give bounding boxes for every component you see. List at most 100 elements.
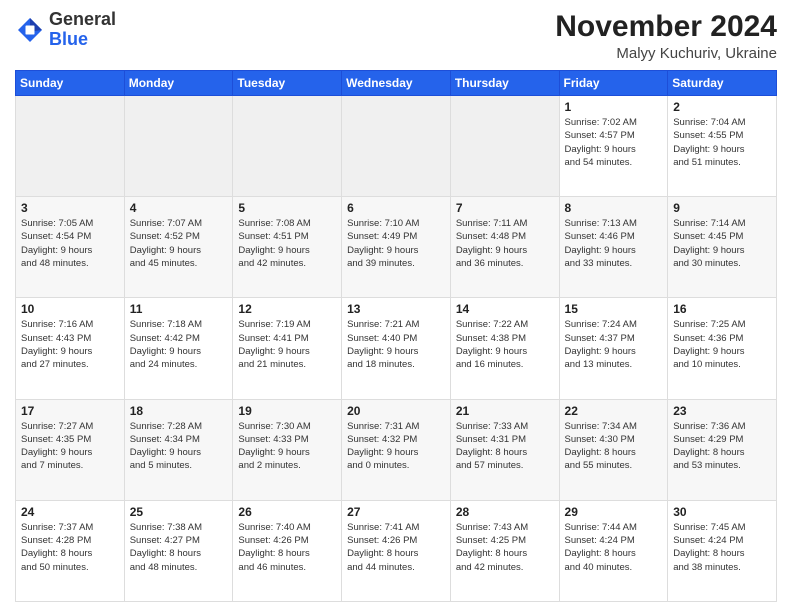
day-number: 30 <box>673 505 771 519</box>
day-info: Sunrise: 7:43 AM Sunset: 4:25 PM Dayligh… <box>456 521 554 574</box>
calendar-cell: 1 Sunrise: 7:02 AM Sunset: 4:57 PM Daylig… <box>559 96 668 197</box>
calendar-cell <box>124 96 233 197</box>
day-info: Sunrise: 7:16 AM Sunset: 4:43 PM Dayligh… <box>21 318 119 371</box>
day-number: 27 <box>347 505 445 519</box>
calendar-week-1: 1 Sunrise: 7:02 AM Sunset: 4:57 PM Daylig… <box>16 96 777 197</box>
day-number: 2 <box>673 100 771 114</box>
day-info: Sunrise: 7:21 AM Sunset: 4:40 PM Dayligh… <box>347 318 445 371</box>
day-info: Sunrise: 7:05 AM Sunset: 4:54 PM Dayligh… <box>21 217 119 270</box>
calendar-cell <box>16 96 125 197</box>
day-info: Sunrise: 7:40 AM Sunset: 4:26 PM Dayligh… <box>238 521 336 574</box>
day-info: Sunrise: 7:36 AM Sunset: 4:29 PM Dayligh… <box>673 420 771 473</box>
calendar-cell: 11Sunrise: 7:18 AM Sunset: 4:42 PM Dayli… <box>124 298 233 399</box>
col-thursday: Thursday <box>450 71 559 96</box>
calendar-cell: 18Sunrise: 7:28 AM Sunset: 4:34 PM Dayli… <box>124 399 233 500</box>
title-block: November 2024 Malyy Kuchuriv, Ukraine <box>555 10 777 62</box>
calendar-cell: 20Sunrise: 7:31 AM Sunset: 4:32 PM Dayli… <box>342 399 451 500</box>
calendar-cell: 10 Sunrise: 7:16 AM Sunset: 4:43 PM Dayli… <box>16 298 125 399</box>
logo-icon <box>15 15 45 45</box>
calendar-cell: 17 Sunrise: 7:27 AM Sunset: 4:35 PM Dayli… <box>16 399 125 500</box>
calendar-cell: 12 Sunrise: 7:19 AM Sunset: 4:41 PM Dayli… <box>233 298 342 399</box>
calendar-cell: 14Sunrise: 7:22 AM Sunset: 4:38 PM Dayli… <box>450 298 559 399</box>
day-info: Sunrise: 7:41 AM Sunset: 4:26 PM Dayligh… <box>347 521 445 574</box>
day-number: 15 <box>565 302 663 316</box>
calendar-cell: 24 Sunrise: 7:37 AM Sunset: 4:28 PM Dayli… <box>16 500 125 601</box>
calendar-cell: 9Sunrise: 7:14 AM Sunset: 4:45 PM Daylig… <box>668 197 777 298</box>
day-info: Sunrise: 7:19 AM Sunset: 4:41 PM Dayligh… <box>238 318 336 371</box>
calendar-cell: 23Sunrise: 7:36 AM Sunset: 4:29 PM Dayli… <box>668 399 777 500</box>
day-number: 1 <box>565 100 663 114</box>
calendar-cell: 5 Sunrise: 7:08 AM Sunset: 4:51 PM Daylig… <box>233 197 342 298</box>
day-number: 5 <box>238 201 336 215</box>
col-wednesday: Wednesday <box>342 71 451 96</box>
calendar-cell: 16Sunrise: 7:25 AM Sunset: 4:36 PM Dayli… <box>668 298 777 399</box>
day-number: 20 <box>347 404 445 418</box>
logo-text: General Blue <box>49 10 116 50</box>
day-info: Sunrise: 7:38 AM Sunset: 4:27 PM Dayligh… <box>130 521 228 574</box>
calendar-cell: 19 Sunrise: 7:30 AM Sunset: 4:33 PM Dayli… <box>233 399 342 500</box>
day-info: Sunrise: 7:25 AM Sunset: 4:36 PM Dayligh… <box>673 318 771 371</box>
day-number: 9 <box>673 201 771 215</box>
day-info: Sunrise: 7:37 AM Sunset: 4:28 PM Dayligh… <box>21 521 119 574</box>
header: General Blue November 2024 Malyy Kuchuri… <box>15 10 777 62</box>
calendar-week-4: 17 Sunrise: 7:27 AM Sunset: 4:35 PM Dayli… <box>16 399 777 500</box>
col-friday: Friday <box>559 71 668 96</box>
calendar-cell: 29 Sunrise: 7:44 AM Sunset: 4:24 PM Dayli… <box>559 500 668 601</box>
calendar-cell: 28Sunrise: 7:43 AM Sunset: 4:25 PM Dayli… <box>450 500 559 601</box>
day-number: 25 <box>130 505 228 519</box>
calendar-header: Sunday Monday Tuesday Wednesday Thursday… <box>16 71 777 96</box>
day-info: Sunrise: 7:11 AM Sunset: 4:48 PM Dayligh… <box>456 217 554 270</box>
day-info: Sunrise: 7:13 AM Sunset: 4:46 PM Dayligh… <box>565 217 663 270</box>
calendar-cell: 21Sunrise: 7:33 AM Sunset: 4:31 PM Dayli… <box>450 399 559 500</box>
day-number: 8 <box>565 201 663 215</box>
calendar-cell <box>450 96 559 197</box>
calendar-table: Sunday Monday Tuesday Wednesday Thursday… <box>15 70 777 602</box>
calendar-week-3: 10 Sunrise: 7:16 AM Sunset: 4:43 PM Dayli… <box>16 298 777 399</box>
day-number: 6 <box>347 201 445 215</box>
calendar-cell <box>342 96 451 197</box>
page: General Blue November 2024 Malyy Kuchuri… <box>0 0 792 612</box>
day-number: 22 <box>565 404 663 418</box>
logo-blue: Blue <box>49 29 88 49</box>
day-info: Sunrise: 7:10 AM Sunset: 4:49 PM Dayligh… <box>347 217 445 270</box>
day-number: 3 <box>21 201 119 215</box>
day-info: Sunrise: 7:07 AM Sunset: 4:52 PM Dayligh… <box>130 217 228 270</box>
col-saturday: Saturday <box>668 71 777 96</box>
month-title: November 2024 <box>555 10 777 43</box>
day-info: Sunrise: 7:44 AM Sunset: 4:24 PM Dayligh… <box>565 521 663 574</box>
day-number: 19 <box>238 404 336 418</box>
calendar-cell: 26 Sunrise: 7:40 AM Sunset: 4:26 PM Dayli… <box>233 500 342 601</box>
calendar-cell: 25 Sunrise: 7:38 AM Sunset: 4:27 PM Dayli… <box>124 500 233 601</box>
day-number: 4 <box>130 201 228 215</box>
logo: General Blue <box>15 10 116 50</box>
location-title: Malyy Kuchuriv, Ukraine <box>555 45 777 62</box>
calendar-cell: 22 Sunrise: 7:34 AM Sunset: 4:30 PM Dayli… <box>559 399 668 500</box>
calendar-cell: 15 Sunrise: 7:24 AM Sunset: 4:37 PM Dayli… <box>559 298 668 399</box>
day-number: 11 <box>130 302 228 316</box>
calendar-week-2: 3 Sunrise: 7:05 AM Sunset: 4:54 PM Daylig… <box>16 197 777 298</box>
day-info: Sunrise: 7:24 AM Sunset: 4:37 PM Dayligh… <box>565 318 663 371</box>
col-tuesday: Tuesday <box>233 71 342 96</box>
day-number: 29 <box>565 505 663 519</box>
day-number: 14 <box>456 302 554 316</box>
day-info: Sunrise: 7:45 AM Sunset: 4:24 PM Dayligh… <box>673 521 771 574</box>
calendar-cell: 8 Sunrise: 7:13 AM Sunset: 4:46 PM Daylig… <box>559 197 668 298</box>
day-number: 13 <box>347 302 445 316</box>
day-number: 10 <box>21 302 119 316</box>
calendar-cell: 7Sunrise: 7:11 AM Sunset: 4:48 PM Daylig… <box>450 197 559 298</box>
day-number: 26 <box>238 505 336 519</box>
day-number: 17 <box>21 404 119 418</box>
calendar-week-5: 24 Sunrise: 7:37 AM Sunset: 4:28 PM Dayli… <box>16 500 777 601</box>
day-info: Sunrise: 7:27 AM Sunset: 4:35 PM Dayligh… <box>21 420 119 473</box>
day-number: 12 <box>238 302 336 316</box>
calendar-cell: 3 Sunrise: 7:05 AM Sunset: 4:54 PM Daylig… <box>16 197 125 298</box>
calendar-cell: 27 Sunrise: 7:41 AM Sunset: 4:26 PM Dayli… <box>342 500 451 601</box>
day-info: Sunrise: 7:30 AM Sunset: 4:33 PM Dayligh… <box>238 420 336 473</box>
day-number: 24 <box>21 505 119 519</box>
calendar-cell: 2Sunrise: 7:04 AM Sunset: 4:55 PM Daylig… <box>668 96 777 197</box>
day-info: Sunrise: 7:02 AM Sunset: 4:57 PM Dayligh… <box>565 116 663 169</box>
calendar-cell: 4 Sunrise: 7:07 AM Sunset: 4:52 PM Daylig… <box>124 197 233 298</box>
day-info: Sunrise: 7:08 AM Sunset: 4:51 PM Dayligh… <box>238 217 336 270</box>
header-row: Sunday Monday Tuesday Wednesday Thursday… <box>16 71 777 96</box>
day-info: Sunrise: 7:34 AM Sunset: 4:30 PM Dayligh… <box>565 420 663 473</box>
